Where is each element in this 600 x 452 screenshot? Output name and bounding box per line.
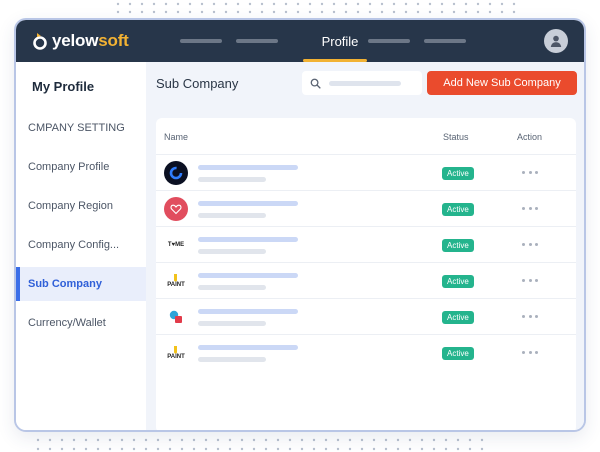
company-detail-placeholder — [198, 321, 266, 326]
company-logo-paint-icon: PAINT — [164, 341, 188, 365]
company-logo-ring-icon — [164, 161, 188, 185]
sidebar: My Profile CMPANY SETTING Company Profil… — [16, 62, 146, 430]
app-window: yelowsoft Profile My Profile CMPANY SETT… — [14, 18, 586, 432]
user-avatar[interactable] — [544, 29, 568, 53]
heart-icon — [170, 204, 182, 215]
search-input[interactable] — [302, 71, 422, 95]
paint-drip-icon — [174, 346, 177, 354]
logo-text-part2: soft — [98, 31, 129, 50]
company-logo-heart-icon — [164, 197, 188, 221]
top-navigation-bar: yelowsoft Profile — [16, 20, 584, 62]
table-row[interactable]: PAINT Active — [156, 334, 576, 370]
company-detail-placeholder — [198, 249, 266, 254]
more-options-icon[interactable] — [522, 201, 538, 215]
sidebar-title: My Profile — [32, 79, 95, 94]
column-header-status[interactable]: Status — [443, 132, 469, 142]
table-row[interactable]: PAINT Active — [156, 262, 576, 298]
status-badge: Active — [442, 203, 474, 216]
sidebar-item-sub-company[interactable]: Sub Company — [16, 267, 146, 301]
nav-item-placeholder-1[interactable] — [180, 39, 222, 43]
sidebar-item-company-config[interactable]: Company Config... — [16, 228, 146, 262]
company-detail-placeholder — [198, 285, 266, 290]
more-options-icon[interactable] — [522, 309, 538, 323]
more-options-icon[interactable] — [522, 237, 538, 251]
status-badge: Active — [442, 239, 474, 252]
company-logo-text: PAINT — [167, 354, 185, 360]
search-placeholder-bar — [329, 80, 401, 86]
drop-logo-icon — [33, 33, 47, 50]
company-name-placeholder — [198, 345, 298, 350]
company-name-placeholder — [198, 309, 298, 314]
shapes-icon — [169, 310, 182, 323]
more-options-icon[interactable] — [522, 273, 538, 287]
ring-icon — [169, 166, 183, 180]
sidebar-item-company-setting[interactable]: CMPANY SETTING — [16, 111, 146, 145]
table-row[interactable]: Active — [156, 154, 576, 190]
company-logo-paint-icon: PAINT — [164, 269, 188, 293]
company-name-placeholder — [198, 237, 298, 242]
table-row[interactable]: Active — [156, 298, 576, 334]
more-options-icon[interactable] — [522, 345, 538, 359]
nav-item-placeholder-3[interactable] — [368, 39, 410, 43]
yelowsoft-logo[interactable]: yelowsoft — [32, 31, 129, 51]
company-logo-text: PAINT — [167, 282, 185, 288]
add-new-sub-company-button[interactable]: Add New Sub Company — [427, 71, 577, 95]
status-badge: Active — [442, 311, 474, 324]
logo-text: yelowsoft — [52, 31, 129, 51]
company-logo-text-icon: T♥ME — [164, 233, 188, 257]
company-name-placeholder — [198, 273, 298, 278]
main-content: Sub Company Add New Sub Company Name Sta… — [146, 62, 584, 430]
nav-item-placeholder-4[interactable] — [424, 39, 466, 43]
company-detail-placeholder — [198, 177, 266, 182]
column-header-action: Action — [517, 132, 543, 142]
sub-company-table: Name Status Action Active Active T♥ME Ac… — [156, 118, 576, 430]
company-detail-placeholder — [198, 213, 266, 218]
nav-item-profile[interactable]: Profile — [298, 32, 382, 62]
company-detail-placeholder — [198, 357, 266, 362]
column-header-name[interactable]: Name — [164, 132, 188, 142]
table-row[interactable]: T♥ME Active — [156, 226, 576, 262]
status-badge: Active — [442, 347, 474, 360]
search-icon — [310, 78, 321, 89]
sidebar-item-company-profile[interactable]: Company Profile — [16, 150, 146, 184]
page-title: Sub Company — [156, 76, 239, 91]
company-name-placeholder — [198, 165, 298, 170]
sidebar-item-company-region[interactable]: Company Region — [16, 189, 146, 223]
logo-text-part1: yelow — [52, 31, 99, 50]
user-icon — [550, 35, 562, 47]
status-badge: Active — [442, 167, 474, 180]
sidebar-item-currency-wallet[interactable]: Currency/Wallet — [16, 306, 146, 340]
company-logo-text: T♥ME — [167, 242, 185, 248]
status-badge: Active — [442, 275, 474, 288]
nav-item-placeholder-2[interactable] — [236, 39, 278, 43]
more-options-icon[interactable] — [522, 165, 538, 179]
company-name-placeholder — [198, 201, 298, 206]
table-row[interactable]: Active — [156, 190, 576, 226]
company-logo-shapes-icon — [164, 305, 188, 329]
paint-drip-icon — [174, 274, 177, 282]
